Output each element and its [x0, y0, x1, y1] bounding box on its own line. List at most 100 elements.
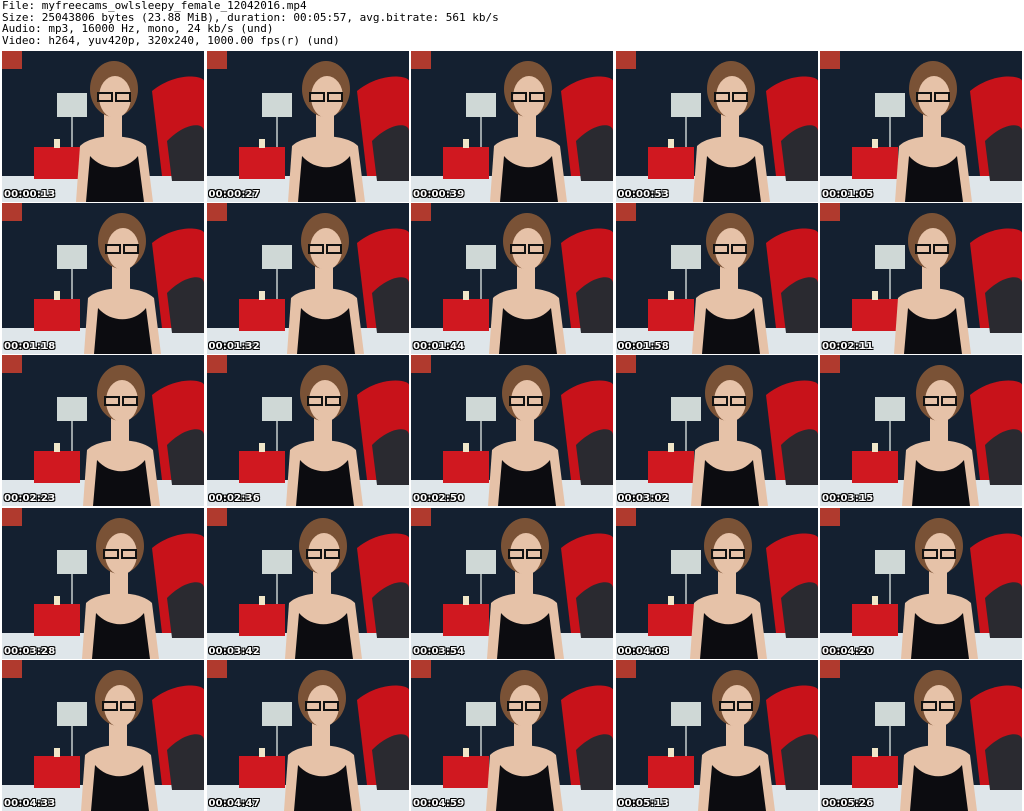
wall-picture — [206, 659, 227, 678]
lamp-stand — [480, 573, 482, 604]
video-frame-thumbnail: 00:03:54 — [411, 507, 613, 659]
video-frame-thumbnail: 00:02:11 — [820, 203, 1022, 355]
lamp-shade — [57, 245, 87, 270]
lamp-stand — [684, 573, 687, 604]
red-nightstand — [238, 755, 285, 788]
lamp-stand — [889, 117, 891, 147]
lamp-stand — [480, 421, 482, 452]
video-frame-thumbnail: 00:04:33 — [2, 659, 204, 811]
cup — [667, 747, 674, 757]
frame-timestamp: 00:03:28 — [4, 645, 56, 657]
lamp-shade — [670, 93, 701, 117]
lamp-shade — [875, 549, 905, 574]
lamp-stand — [71, 725, 73, 756]
file-name-line: File: myfreecams_owlsleepy_female_120420… — [2, 0, 307, 12]
cup — [667, 595, 674, 605]
cup — [872, 595, 878, 605]
red-nightstand — [443, 451, 489, 484]
frame-timestamp: 00:04:47 — [208, 797, 260, 809]
red-nightstand — [238, 451, 285, 484]
lamp-stand — [71, 269, 73, 300]
lamp-stand — [480, 117, 482, 147]
video-frame-thumbnail: 00:02:50 — [411, 355, 613, 507]
wall-picture — [615, 659, 636, 678]
wall-picture — [2, 51, 22, 69]
red-nightstand — [34, 755, 80, 788]
video-frame-thumbnail: 00:00:27 — [206, 51, 409, 202]
lamp-stand — [275, 725, 278, 756]
red-nightstand — [238, 147, 285, 179]
cup — [872, 747, 878, 757]
video-frame-thumbnail: 00:00:39 — [411, 51, 613, 202]
frame-scene — [820, 51, 1022, 202]
frame-scene — [820, 355, 1022, 507]
video-frame-thumbnail: 00:02:36 — [206, 355, 409, 507]
frame-scene — [615, 507, 818, 659]
wall-picture — [820, 659, 840, 678]
lamp-shade — [875, 93, 905, 117]
cup — [667, 139, 674, 148]
frame-timestamp: 00:00:13 — [4, 189, 56, 200]
wall-picture — [2, 355, 22, 374]
lamp-stand — [684, 421, 687, 452]
frame-timestamp: 00:04:08 — [617, 645, 669, 657]
video-frame-thumbnail: 00:00:53 — [615, 51, 818, 202]
wall-picture — [411, 659, 431, 678]
lamp-shade — [261, 549, 292, 574]
lamp-shade — [466, 397, 496, 422]
lamp-stand — [71, 573, 73, 604]
frame-scene — [820, 203, 1022, 355]
cup — [54, 595, 60, 605]
lamp-shade — [261, 397, 292, 422]
frame-timestamp: 00:01:32 — [208, 341, 260, 353]
red-nightstand — [34, 603, 80, 636]
wall-picture — [615, 507, 636, 526]
frame-scene — [411, 355, 613, 507]
cup — [463, 595, 469, 605]
lamp-stand — [275, 421, 278, 452]
frame-scene — [206, 659, 409, 811]
wall-picture — [820, 203, 840, 222]
frame-timestamp: 00:04:59 — [413, 797, 465, 809]
red-nightstand — [647, 147, 694, 179]
lamp-stand — [71, 117, 73, 147]
frame-timestamp: 00:01:05 — [822, 189, 874, 200]
cup — [667, 291, 674, 301]
frame-timestamp: 00:00:27 — [208, 189, 260, 200]
lamp-stand — [275, 117, 278, 147]
video-frame-thumbnail: 00:01:32 — [206, 203, 409, 355]
lamp-stand — [684, 725, 687, 756]
cup — [872, 291, 878, 301]
lamp-shade — [466, 549, 496, 574]
wall-picture — [206, 507, 227, 526]
lamp-stand — [889, 573, 891, 604]
frame-scene — [206, 51, 409, 202]
frame-timestamp: 00:00:53 — [617, 189, 669, 200]
lamp-stand — [684, 117, 687, 147]
cup — [667, 443, 674, 453]
lamp-shade — [670, 549, 701, 574]
lamp-shade — [670, 397, 701, 422]
video-frame-thumbnail: 00:05:13 — [615, 659, 818, 811]
wall-picture — [411, 51, 431, 69]
lamp-stand — [71, 421, 73, 452]
red-nightstand — [443, 755, 489, 788]
lamp-shade — [875, 701, 905, 726]
cup — [258, 139, 265, 148]
red-nightstand — [647, 451, 694, 484]
frame-timestamp: 00:03:15 — [822, 493, 874, 505]
wall-picture — [615, 203, 636, 222]
red-nightstand — [34, 451, 80, 484]
video-frame-thumbnail: 00:04:20 — [820, 507, 1022, 659]
frame-timestamp: 00:03:02 — [617, 493, 669, 505]
lamp-stand — [480, 725, 482, 756]
wall-picture — [820, 507, 840, 526]
red-nightstand — [647, 299, 694, 332]
video-frame-thumbnail: 00:00:13 — [2, 51, 204, 202]
lamp-stand — [684, 269, 687, 300]
red-nightstand — [852, 603, 898, 636]
video-frame-thumbnail: 00:04:08 — [615, 507, 818, 659]
red-nightstand — [647, 603, 694, 636]
lamp-stand — [275, 269, 278, 300]
frame-timestamp: 00:02:36 — [208, 493, 260, 505]
